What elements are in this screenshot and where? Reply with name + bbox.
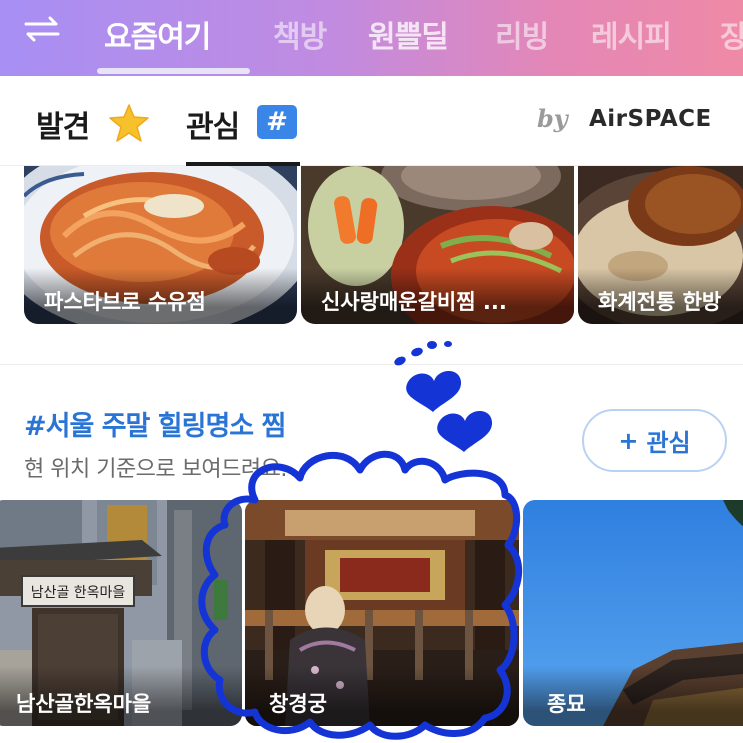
nav-tab-one-plus-deal[interactable]: 원쁠딜: [368, 12, 449, 56]
nav-tab-books[interactable]: 책방: [273, 12, 327, 56]
swap-arrows-icon[interactable]: [22, 16, 62, 42]
add-interest-label: 관심: [646, 429, 691, 457]
place-card-label: 종묘: [523, 666, 743, 726]
food-card[interactable]: 신사랑매운갈비찜 ...: [301, 166, 574, 324]
nav-tab-market[interactable]: 장: [720, 12, 743, 56]
tab-interest[interactable]: 관심: [186, 102, 240, 146]
top-navigation-bar: 요즘여기 책방 원쁠딜 리빙 레시피 장: [0, 0, 743, 76]
nav-tab-recipe[interactable]: 레시피: [591, 12, 672, 56]
nav-tab-living[interactable]: 리빙: [495, 12, 549, 56]
place-card[interactable]: 창경궁: [245, 500, 519, 726]
food-card-label: 화계전통 한방: [578, 268, 743, 324]
star-icon: [109, 104, 149, 142]
food-card-label: 파스타브로 수유점: [24, 268, 297, 324]
place-card-label: 창경궁: [245, 666, 519, 726]
section-subtitle: 현 위치 기준으로 보여드려요.: [24, 457, 287, 482]
food-card-row: 파스타브로 수유점 신사랑매운갈비찜 ... 화계전통 한방: [0, 166, 743, 326]
nav-active-indicator: [97, 68, 250, 74]
sub-tab-bar: 발견 관심 # by AirSPACE: [0, 76, 743, 166]
hash-icon: #: [257, 105, 297, 139]
section-title: #서울 주말 힐링명소 찜: [24, 411, 286, 442]
nav-tab-trending[interactable]: 요즘여기: [104, 12, 211, 56]
add-interest-button[interactable]: + 관심: [582, 409, 727, 472]
brand-logo: AirSPACE: [589, 106, 712, 132]
plus-icon: +: [618, 426, 639, 455]
by-label: by: [537, 104, 568, 133]
food-card-label: 신사랑매운갈비찜 ...: [301, 268, 574, 324]
food-card[interactable]: 화계전통 한방: [578, 166, 743, 324]
hanok-sign-text: 남산골 한옥마을: [31, 585, 126, 601]
tab-discover[interactable]: 발견: [36, 102, 90, 146]
place-card-label: 남산골한옥마을: [0, 666, 242, 726]
place-card[interactable]: 종묘: [523, 500, 743, 726]
place-card[interactable]: 남산골 한옥마을 남산골한옥마을: [0, 500, 242, 726]
food-card[interactable]: 파스타브로 수유점: [24, 166, 297, 324]
section-divider: [0, 364, 743, 365]
